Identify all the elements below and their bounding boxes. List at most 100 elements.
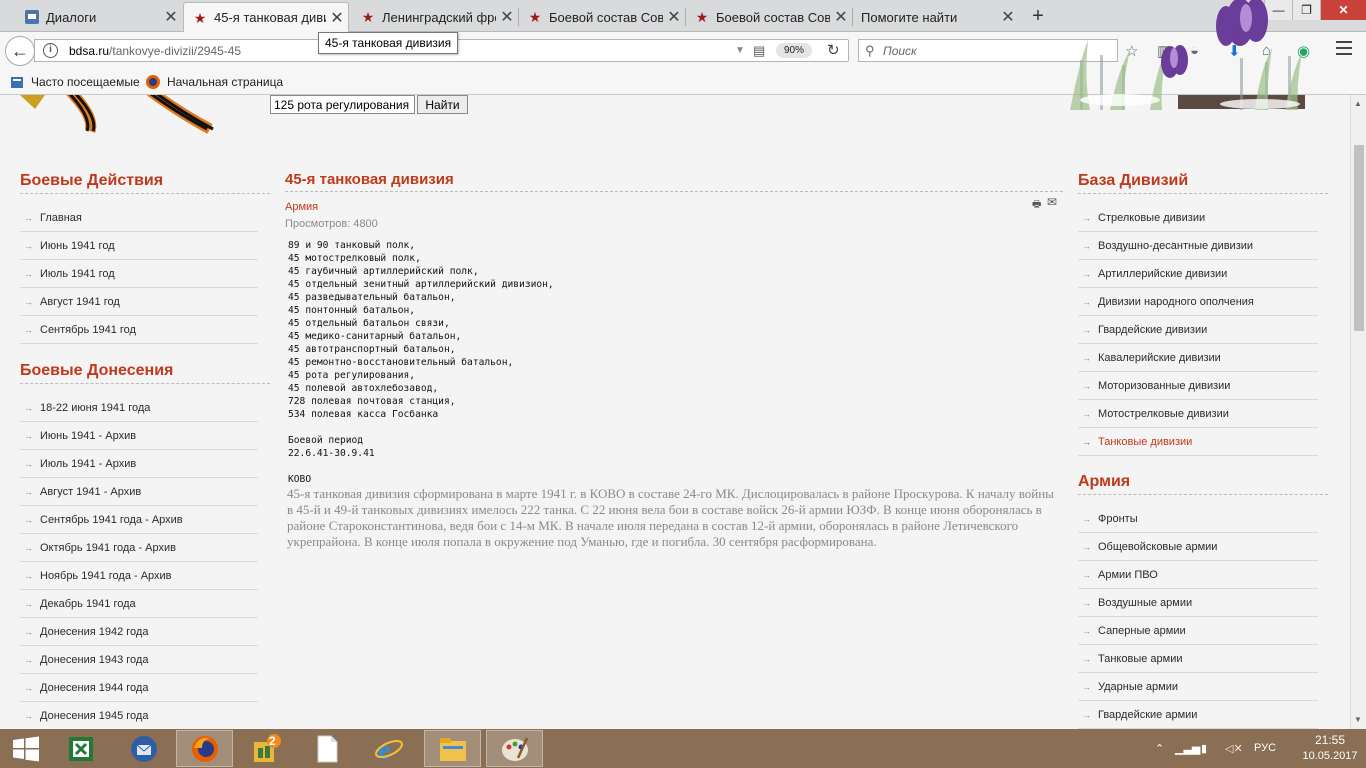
restore-button[interactable]: ❐ (1292, 0, 1320, 20)
find-button[interactable]: Найти (417, 95, 468, 114)
close-icon[interactable]: ✕ (496, 7, 518, 27)
menu-item[interactable]: → Август 1941 год (20, 288, 258, 316)
firefox-icon[interactable] (176, 730, 233, 767)
document-icon[interactable] (298, 730, 355, 767)
menu-item[interactable]: → Общевойсковые армии (1078, 533, 1318, 561)
menu-item[interactable]: → Воздушно-десантные дивизии (1078, 232, 1318, 260)
language-indicator[interactable]: РУС (1254, 742, 1276, 754)
article: 45-я танковая дивизия Армия Просмотров: … (285, 171, 1063, 549)
tab-help-find[interactable]: Помогите найти ✕ (853, 2, 1019, 32)
bookmark-most-visited[interactable]: Часто посещаемые (10, 75, 140, 89)
scrollbar-thumb[interactable] (1354, 145, 1364, 331)
thunderbird-icon[interactable] (115, 730, 172, 767)
menu-item[interactable]: → Июнь 1941 - Архив (20, 422, 258, 450)
tab-combat-composition-2[interactable]: ★ Боевой состав Советской армии ✕ (686, 2, 852, 32)
menu-item[interactable]: → Донесения 1944 года (20, 674, 258, 702)
header-photo (1178, 95, 1305, 109)
menu-item[interactable]: → Моторизованные дивизии (1078, 372, 1318, 400)
new-tab-button[interactable]: + (1028, 5, 1048, 28)
back-button[interactable]: ← (5, 36, 35, 66)
menu-item-current[interactable]: → Танковые дивизии (1078, 428, 1318, 456)
tab-leningrad-front[interactable]: ★ Ленинградский фронт ✕ (352, 2, 518, 32)
menu-item[interactable]: → Танковые армии (1078, 645, 1318, 673)
dropdown-arrow-icon[interactable]: ▼ (735, 45, 745, 56)
close-icon[interactable]: ✕ (997, 7, 1019, 27)
menu-item[interactable]: → Стрелковые дивизии (1078, 204, 1318, 232)
close-window-button[interactable]: ✕ (1320, 0, 1366, 20)
menu-item[interactable]: → Дивизии народного ополчения (1078, 288, 1318, 316)
paint-icon[interactable] (486, 730, 543, 767)
internet-explorer-icon[interactable]: e (360, 730, 417, 767)
site-search-input[interactable] (270, 95, 415, 114)
menu-item[interactable]: → Июль 1941 - Архив (20, 450, 258, 478)
zoom-level[interactable]: 90% (776, 43, 812, 58)
menu-item[interactable]: → Кавалерийские дивизии (1078, 344, 1318, 372)
menu-item[interactable]: → Саперные армии (1078, 617, 1318, 645)
tab-45-tank-division[interactable]: ★ 45-я танковая дивизия ✕ (183, 2, 349, 32)
menu-item[interactable]: → Октябрь 1941 года - Архив (20, 534, 258, 562)
pocket-icon[interactable]: ◒ (1190, 42, 1199, 59)
reload-icon[interactable]: ↻ (827, 41, 840, 59)
email-icon[interactable]: ✉ (1047, 195, 1057, 209)
print-icon[interactable]: 🖶 (1032, 197, 1041, 214)
bookmark-start-page[interactable]: Начальная страница (146, 75, 283, 89)
arrow-icon: → (1082, 408, 1091, 419)
scroll-up-icon[interactable]: ▲ (1354, 99, 1362, 108)
home-icon[interactable]: ⌂ (1262, 42, 1271, 59)
menu-item[interactable]: → Донесения 1943 года (20, 646, 258, 674)
bookmark-star-icon[interactable]: ☆ (1125, 42, 1138, 60)
menu-item[interactable]: → Армии ПВО (1078, 561, 1318, 589)
tray-up-arrow-icon[interactable]: ⌃ (1155, 742, 1164, 755)
menu-item[interactable]: → Донесения 1945 года (20, 702, 258, 729)
library-icon[interactable]: ▥ (1157, 42, 1171, 60)
search-bar[interactable]: ⚲ Поиск (858, 39, 1118, 62)
close-icon[interactable]: ✕ (326, 8, 348, 28)
menu-icon[interactable] (1336, 41, 1352, 59)
menu-item[interactable]: → Декабрь 1941 года (20, 590, 258, 618)
download-icon[interactable]: ⬇ (1228, 42, 1241, 60)
vertical-scrollbar[interactable]: ▲ ▼ (1350, 95, 1366, 729)
menu-item[interactable]: → Гвардейские армии (1078, 701, 1318, 729)
url-text[interactable]: bdsa.ru/tankovye-divizii/2945-45 (69, 44, 241, 58)
battery-icon[interactable]: ▮ (1201, 742, 1207, 755)
menu-item[interactable]: → Ноябрь 1941 года - Архив (20, 562, 258, 590)
info-icon[interactable]: i (43, 43, 58, 58)
red-star-icon: ★ (695, 9, 709, 25)
file-explorer-icon[interactable] (424, 730, 481, 767)
menu-item[interactable]: → Сентябрь 1941 год (20, 316, 258, 344)
reader-view-icon[interactable]: ▤ (753, 43, 765, 59)
article-category-link[interactable]: Армия (285, 201, 318, 213)
clock-time[interactable]: 21:55 (1300, 733, 1360, 747)
network-icon[interactable]: ▁▃▅ (1175, 742, 1200, 755)
menu-item[interactable]: → Артиллерийские дивизии (1078, 260, 1318, 288)
arrow-icon: → (24, 710, 33, 721)
menu-item[interactable]: → Июнь 1941 год (20, 232, 258, 260)
menu-item[interactable]: → 18-22 июня 1941 года (20, 394, 258, 422)
apps-badge-icon[interactable]: 2 (237, 730, 294, 767)
extension-icon[interactable]: ◉ (1297, 42, 1310, 60)
menu-item[interactable]: → Воздушные армии (1078, 589, 1318, 617)
menu-item[interactable]: → Мотострелковые дивизии (1078, 400, 1318, 428)
menu-item[interactable]: → Август 1941 - Архив (20, 478, 258, 506)
tab-combat-composition-1[interactable]: ★ Боевой состав Советской армии ✕ (519, 2, 685, 32)
bookmark-label: Начальная страница (167, 75, 284, 89)
menu-item[interactable]: → Донесения 1942 года (20, 618, 258, 646)
menu-item[interactable]: → Ударные армии (1078, 673, 1318, 701)
close-icon[interactable]: ✕ (663, 7, 685, 27)
menu-item[interactable]: → Гвардейские дивизии (1078, 316, 1318, 344)
clock-date[interactable]: 10.05.2017 (1300, 750, 1360, 762)
minimize-button[interactable]: — (1264, 0, 1292, 20)
arrow-icon: → (1082, 569, 1091, 580)
menu-item[interactable]: → Сентябрь 1941 года - Архив (20, 506, 258, 534)
arrow-icon: → (1082, 625, 1091, 636)
start-button[interactable] (0, 730, 52, 767)
close-icon[interactable]: ✕ (830, 7, 852, 27)
close-icon[interactable]: ✕ (160, 7, 182, 27)
menu-item[interactable]: → Фронты (1078, 505, 1318, 533)
excel-icon[interactable] (52, 730, 109, 767)
scroll-down-icon[interactable]: ▼ (1354, 715, 1362, 724)
menu-item[interactable]: → Главная (20, 204, 258, 232)
tab-dialogs[interactable]: Диалоги ✕ (16, 2, 182, 32)
volume-muted-icon[interactable]: ◁✕ (1225, 742, 1243, 755)
menu-item[interactable]: → Июль 1941 год (20, 260, 258, 288)
